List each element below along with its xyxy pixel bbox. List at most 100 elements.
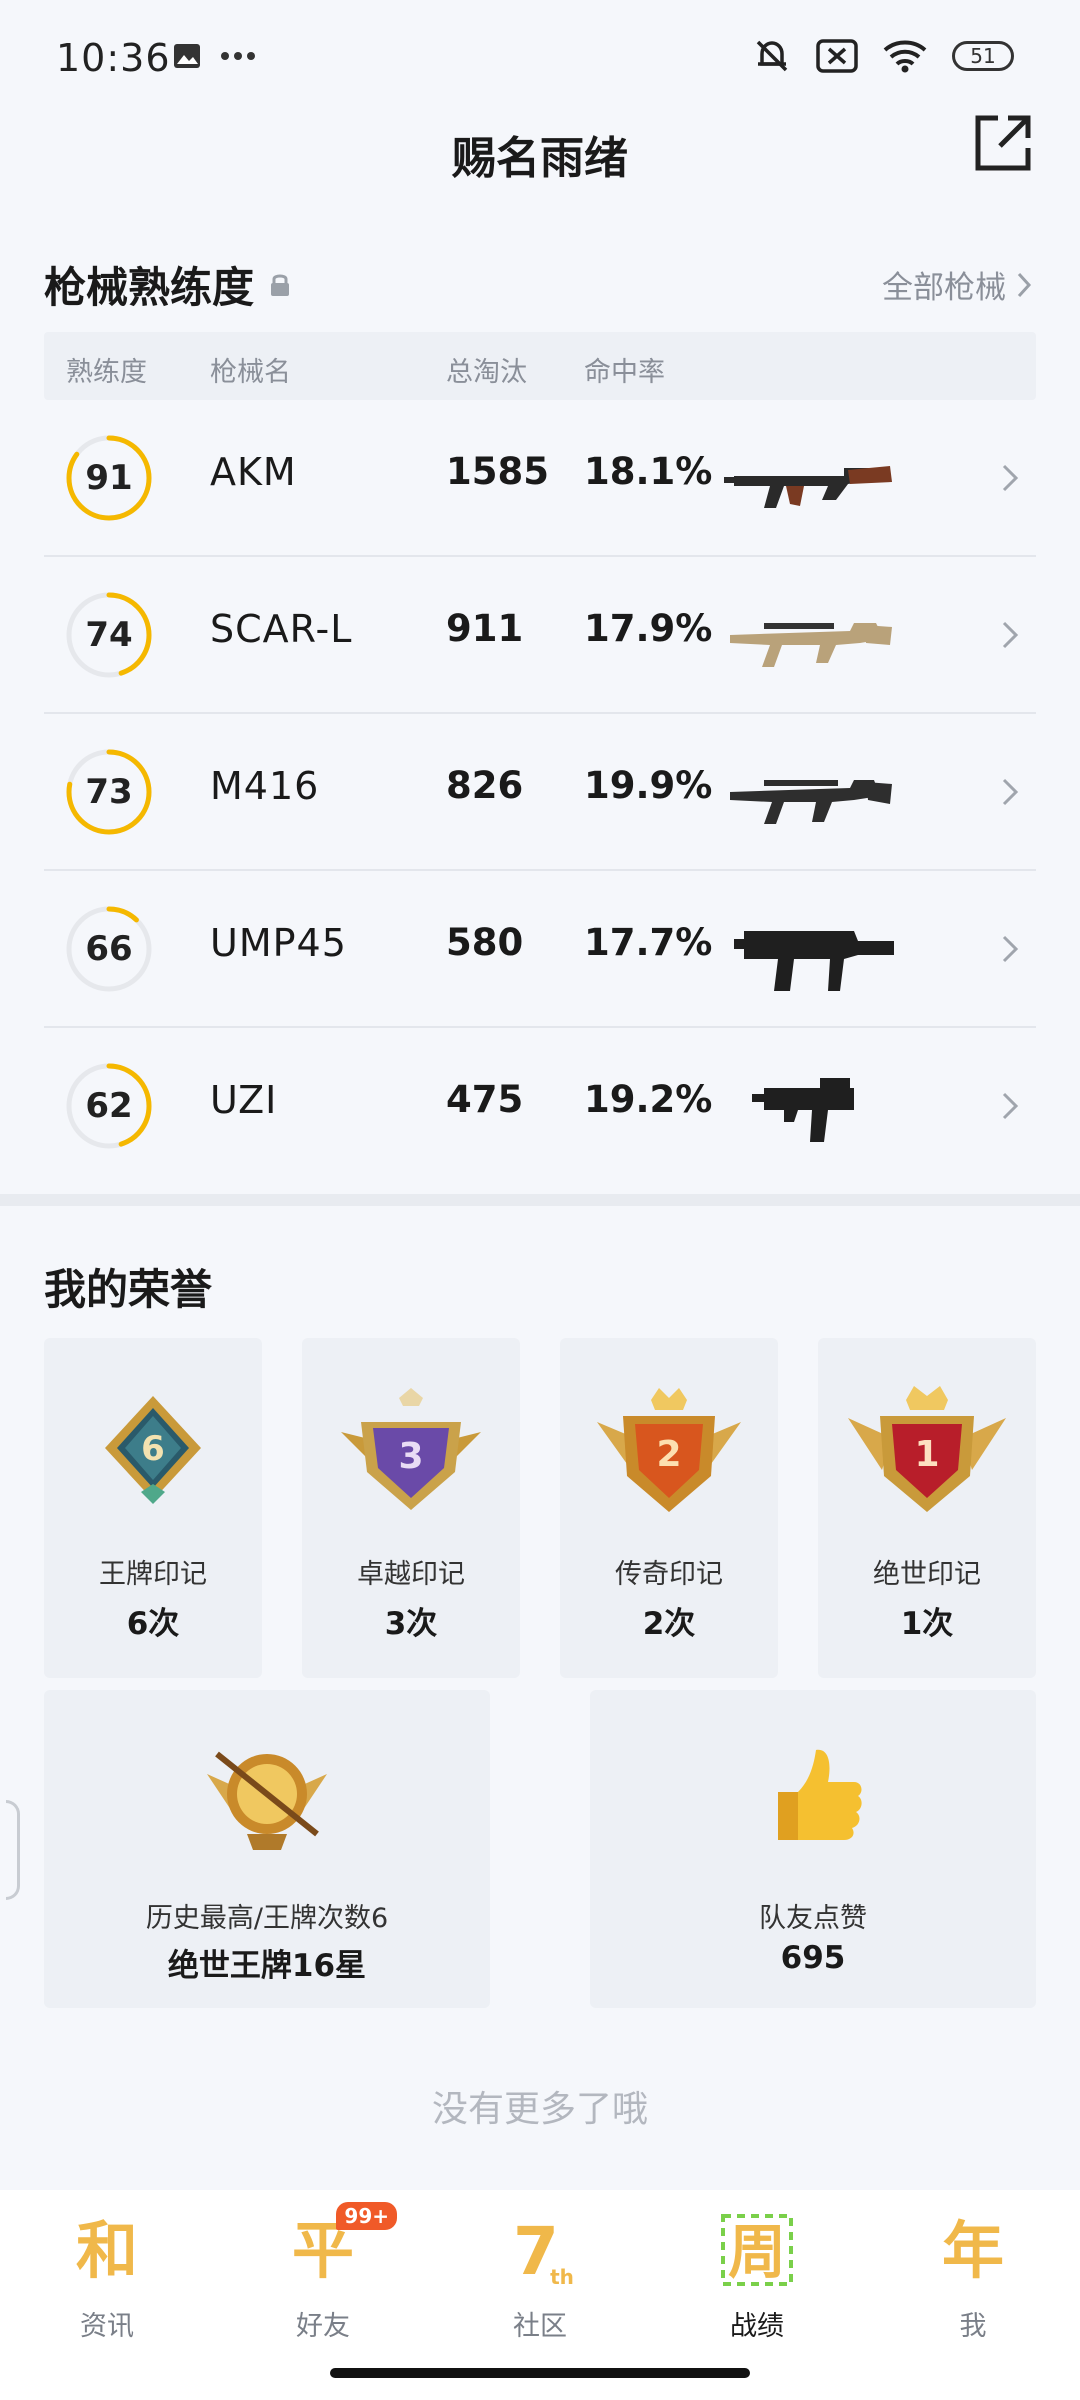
gun-kills: 1585 bbox=[446, 450, 549, 493]
excellent-badge-digit: 3 bbox=[398, 1436, 423, 1477]
friends-glyph-icon: 平 99+ bbox=[283, 2202, 397, 2290]
honor-count: 1次 bbox=[900, 1606, 954, 1642]
gun-name: UMP45 bbox=[210, 921, 347, 965]
ace-badge-digit: 6 bbox=[141, 1429, 165, 1469]
highest-rank-label: 历史最高/王牌次数6 bbox=[145, 1903, 389, 1934]
svg-text:th: th bbox=[550, 2265, 574, 2289]
honor-count: 6次 bbox=[126, 1606, 180, 1642]
gun-section-title: 枪械熟练度 bbox=[44, 254, 292, 315]
chevron-right-icon bbox=[1002, 1092, 1019, 1120]
chevron-right-icon bbox=[1002, 778, 1019, 806]
honor-card-peerless[interactable]: 1 绝世印记 1次 bbox=[818, 1338, 1036, 1678]
all-guns-link[interactable]: 全部枪械 bbox=[882, 262, 1032, 307]
gun-kills: 826 bbox=[446, 764, 524, 807]
gun-name: M416 bbox=[210, 764, 320, 808]
excellent-mark-badge-icon: 3 bbox=[341, 1388, 481, 1510]
gun-name: UZI bbox=[210, 1078, 278, 1122]
tab-me[interactable]: 年 我 bbox=[898, 2210, 1048, 2343]
gun-kills: 475 bbox=[446, 1078, 524, 1121]
status-time: 10:36 bbox=[56, 36, 171, 80]
tab-community[interactable]: 7 th 社区 bbox=[465, 2210, 615, 2343]
honor-label: 卓越印记 bbox=[357, 1559, 465, 1590]
no-sim-icon bbox=[816, 39, 858, 73]
column-hit-rate: 命中率 bbox=[584, 357, 665, 388]
news-tab-glyph: 和 bbox=[76, 2214, 138, 2287]
records-glyph-icon: 周 bbox=[717, 2210, 797, 2290]
me-glyph-icon: 年 bbox=[933, 2210, 1013, 2290]
honor-section-title: 我的荣誉 bbox=[44, 1265, 213, 1314]
teammate-likes-value: 695 bbox=[780, 1940, 846, 1976]
highest-rank-badge-icon bbox=[207, 1751, 327, 1850]
gun-hit-rate: 19.2% bbox=[584, 1078, 713, 1121]
friends-count-badge: 99+ bbox=[336, 2202, 397, 2230]
me-tab-glyph: 年 bbox=[942, 2214, 1004, 2287]
gun-name: SCAR-L bbox=[210, 607, 353, 651]
smg-ump-icon bbox=[734, 931, 894, 991]
column-proficiency: 熟练度 bbox=[66, 357, 147, 388]
status-bar: 10:36 51 bbox=[0, 0, 1080, 120]
smg-uzi-icon bbox=[752, 1078, 854, 1142]
honor-section: 我的荣誉 6 王牌印记 6次 3 卓越印记 3次 2 传奇印记 2次 1 绝世印… bbox=[0, 1206, 1080, 2016]
lock-icon[interactable] bbox=[268, 272, 292, 298]
proficiency-level: 66 bbox=[85, 929, 133, 969]
honor-card-ace[interactable]: 6 王牌印记 6次 bbox=[44, 1338, 262, 1678]
status-right-icons: 51 bbox=[752, 36, 1014, 76]
column-kills: 总淘汰 bbox=[446, 357, 527, 388]
news-glyph-icon: 和 bbox=[67, 2210, 147, 2290]
status-left-icons bbox=[172, 42, 256, 70]
gun-row[interactable]: 74 SCAR-L 911 17.9% bbox=[44, 557, 1036, 714]
gun-hit-rate: 19.9% bbox=[584, 764, 713, 807]
thumbs-up-icon bbox=[778, 1749, 862, 1840]
legend-mark-badge-icon: 2 bbox=[597, 1388, 741, 1512]
rifle-scar-icon bbox=[730, 623, 892, 667]
gun-hit-rate: 18.1% bbox=[584, 450, 713, 493]
chevron-right-icon bbox=[1002, 464, 1019, 492]
gun-table-header: 熟练度 枪械名 总淘汰 命中率 bbox=[44, 332, 1036, 400]
home-indicator[interactable] bbox=[330, 2368, 750, 2378]
gun-row[interactable]: 91 AKM 1585 18.1% bbox=[44, 400, 1036, 557]
gun-proficiency-section: 枪械熟练度 全部枪械 熟练度 枪械名 总淘汰 命中率 91 AKM 1585 18.1… bbox=[0, 230, 1080, 1190]
page-title: 赐名雨绪 bbox=[452, 133, 628, 184]
end-of-list-text: 没有更多了哦 bbox=[431, 2089, 648, 2130]
tab-news[interactable]: 和 资讯 bbox=[32, 2210, 182, 2343]
rifle-akm-icon bbox=[724, 466, 892, 508]
gun-row[interactable]: 73 M416 826 19.9% bbox=[44, 714, 1036, 871]
highest-rank-card[interactable]: 历史最高/王牌次数6 绝世王牌16星 bbox=[44, 1690, 490, 2008]
chevron-right-icon bbox=[1017, 272, 1032, 297]
bottom-tab-bar: 和 资讯 平 99+ 好友 7 th 社区 周 战绩 年 我 bbox=[0, 2190, 1080, 2400]
tab-friends[interactable]: 平 99+ 好友 bbox=[248, 2202, 398, 2343]
honor-label: 传奇印记 bbox=[615, 1559, 723, 1590]
page: 10:36 51 赐名雨绪 枪械熟练度 全部枪械 熟练度 枪械名 总淘汰 命中率… bbox=[0, 0, 1080, 2400]
chevron-right-icon bbox=[1002, 621, 1019, 649]
community-glyph-icon: 7 th bbox=[500, 2210, 580, 2290]
tab-label: 战绩 bbox=[730, 2311, 784, 2342]
proficiency-level: 91 bbox=[85, 458, 133, 498]
chevron-right-icon bbox=[1002, 935, 1019, 963]
section-divider bbox=[0, 1194, 1080, 1206]
ace-mark-badge-icon: 6 bbox=[105, 1396, 201, 1504]
tab-label: 资讯 bbox=[80, 2311, 134, 2342]
proficiency-level: 62 bbox=[85, 1086, 133, 1126]
tab-label: 我 bbox=[959, 2311, 987, 2342]
all-guns-label: 全部枪械 bbox=[882, 270, 1006, 306]
honor-card-legend[interactable]: 2 传奇印记 2次 bbox=[560, 1338, 778, 1678]
gun-kills: 911 bbox=[446, 607, 524, 650]
honor-count: 3次 bbox=[384, 1606, 438, 1642]
share-icon[interactable] bbox=[972, 112, 1034, 174]
gun-row[interactable]: 66 UMP45 580 17.7% bbox=[44, 871, 1036, 1028]
gun-row[interactable]: 62 UZI 475 19.2% bbox=[44, 1028, 1036, 1185]
honor-card-excellent[interactable]: 3 卓越印记 3次 bbox=[302, 1338, 520, 1678]
teammate-likes-card[interactable]: 队友点赞 695 bbox=[590, 1690, 1036, 2008]
gun-hit-rate: 17.7% bbox=[584, 921, 713, 964]
records-tab-glyph: 周 bbox=[728, 2218, 786, 2286]
teammate-likes-label: 队友点赞 bbox=[759, 1903, 867, 1934]
tab-records[interactable]: 周 战绩 bbox=[682, 2210, 832, 2343]
gun-kills: 580 bbox=[446, 921, 524, 964]
peerless-badge-digit: 1 bbox=[914, 1434, 939, 1475]
column-gun-name: 枪械名 bbox=[210, 357, 291, 388]
wifi-icon bbox=[883, 40, 927, 73]
side-edge-handle[interactable] bbox=[6, 1800, 20, 1900]
honor-label: 王牌印记 bbox=[99, 1559, 207, 1590]
rifle-m416-icon bbox=[730, 780, 892, 824]
peerless-mark-badge-icon: 1 bbox=[848, 1386, 1006, 1512]
